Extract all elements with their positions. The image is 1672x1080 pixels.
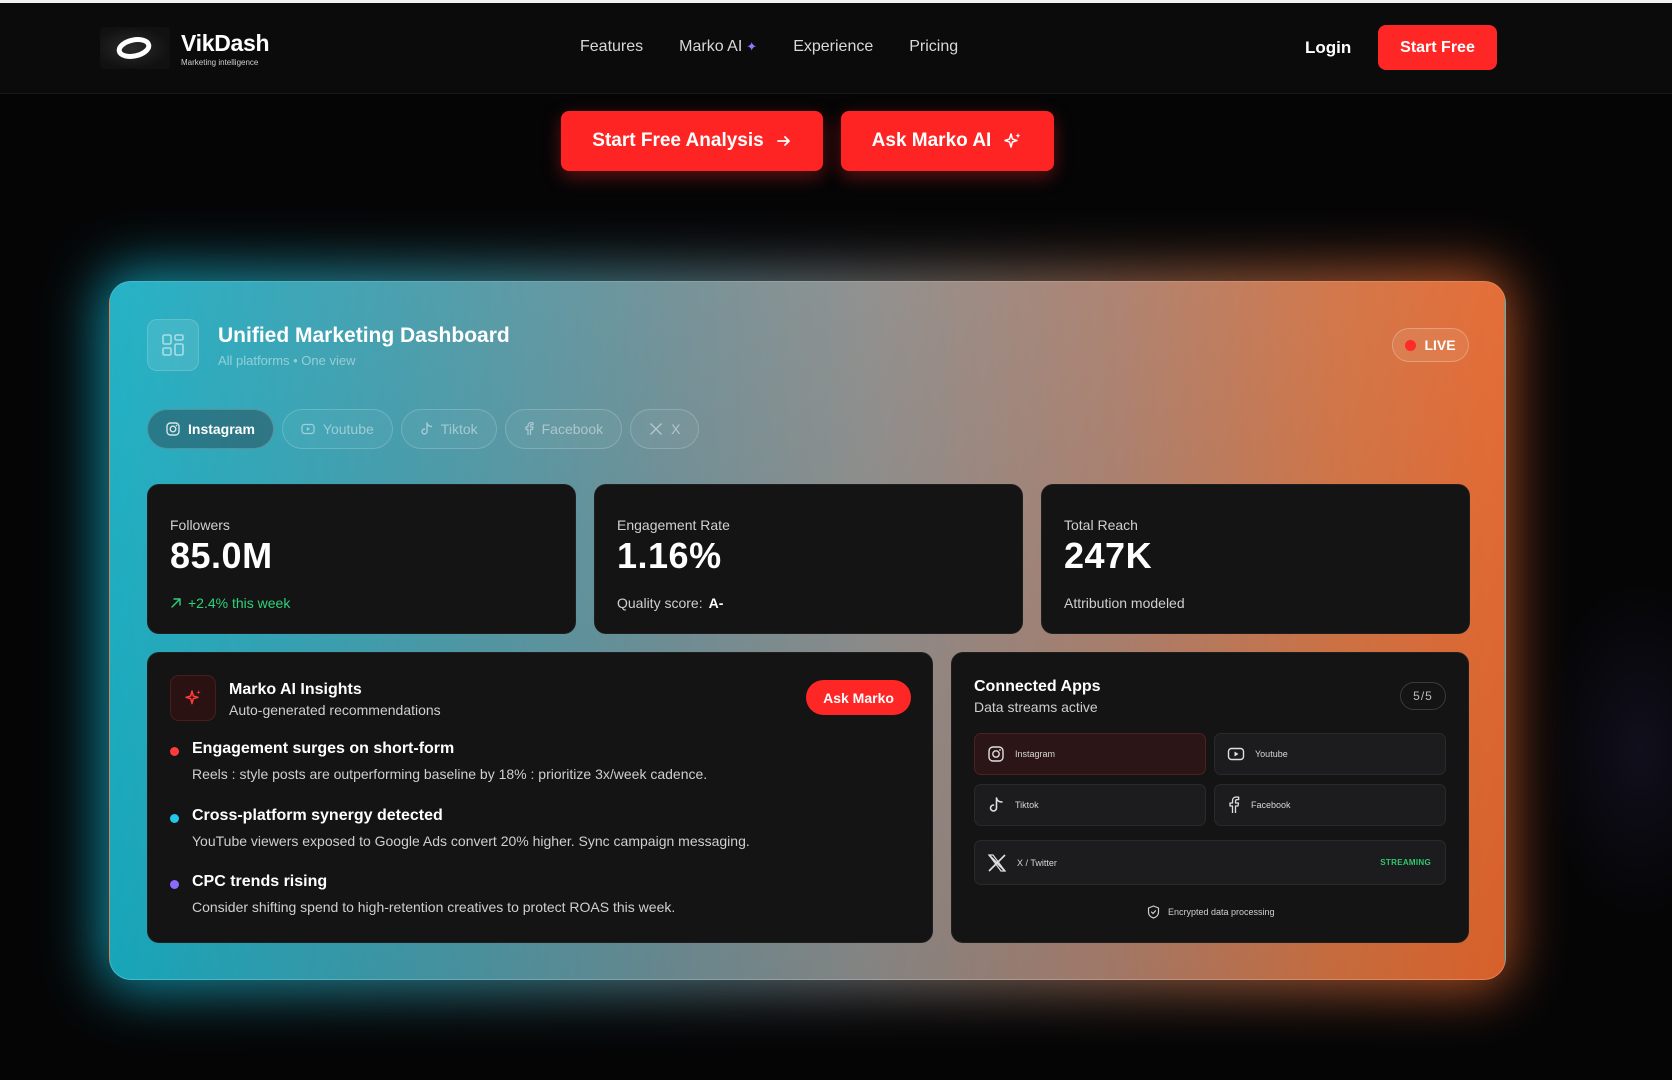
app-tile-label: Facebook [1251,800,1291,810]
insight-body: YouTube viewers exposed to Google Ads co… [192,833,750,849]
tiktok-icon [421,422,432,435]
ask-marko-ai-button[interactable]: Ask Marko AI [841,111,1054,171]
brand-name: VikDash [181,30,270,56]
live-badge: LIVE [1392,328,1469,362]
start-free-analysis-label: Start Free Analysis [592,130,764,151]
nav-links: Features Marko AI ✦ Experience Pricing [580,38,994,56]
stat-value: 85.0M [170,535,273,576]
tab-tiktok[interactable]: Tiktok [400,409,497,449]
tab-facebook[interactable]: Facebook [504,409,623,449]
live-dot-icon [1405,339,1417,351]
insights-title: Marko AI Insights [229,681,362,698]
tab-x-label: X [671,421,681,437]
connected-apps-card: Connected Apps Data streams active 5/5 I… [951,652,1469,943]
insight-dot-icon [170,880,179,889]
dashboard-panel: Unified Marketing Dashboard All platform… [109,281,1506,980]
app-tile-x-twitter[interactable]: X / Twitter STREAMING [974,840,1446,885]
sparkles-icon [1004,133,1021,148]
youtube-icon [1227,747,1245,761]
tab-tiktok-label: Tiktok [440,421,478,437]
tiktok-icon [989,797,1003,812]
apps-subtitle: Data streams active [974,699,1098,715]
background-glow [1540,580,1672,920]
stat-label: Followers [170,517,230,533]
facebook-icon [525,422,534,435]
youtube-icon [301,423,315,435]
live-label: LIVE [1424,337,1456,353]
brand-tagline: Marketing intelligence [181,58,259,67]
stat-trend-text: +2.4% this week [188,595,291,611]
apps-title: Connected Apps [974,678,1101,695]
nav-link-marko-ai[interactable]: Marko AI ✦ [679,38,757,56]
stat-card-followers: Followers 85.0M +2.4% this week [147,484,576,634]
stat-card-reach: Total Reach 247K Attribution modeled [1041,484,1470,634]
tab-instagram[interactable]: Instagram [147,409,274,449]
trend-up-icon [171,598,181,608]
insight-title: CPC trends rising [192,873,328,890]
app-tile-tiktok[interactable]: Tiktok [974,784,1206,826]
ai-insights-card: Marko AI Insights Auto-generated recomme… [147,652,933,943]
logo[interactable] [100,27,170,69]
app-tile-label: X / Twitter [1017,857,1057,868]
insights-subtitle: Auto-generated recommendations [229,702,441,718]
stat-label: Engagement Rate [617,517,730,533]
stat-label: Total Reach [1064,517,1138,533]
quality-value: A- [708,595,724,611]
app-tile-instagram[interactable]: Instagram [974,733,1206,775]
instagram-icon [988,746,1004,762]
quality-label: Quality score: [617,595,703,611]
platform-tabs: Instagram Youtube Tiktok Facebook X [147,409,700,449]
start-free-analysis-button[interactable]: Start Free Analysis [561,111,823,171]
sparkle-icon [170,675,216,721]
tab-youtube-label: Youtube [322,421,374,437]
nav-link-marko-ai-label: Marko AI [679,38,743,55]
app-tile-label: Tiktok [1015,800,1039,810]
grid-icon [147,319,199,371]
stat-value: 1.16% [617,535,722,576]
stat-value: 247K [1064,535,1153,576]
insight-title: Cross-platform synergy detected [192,807,443,824]
tab-x[interactable]: X [630,409,700,449]
insight-dot-icon [170,814,179,823]
start-free-button[interactable]: Start Free [1378,25,1497,70]
x-icon [650,423,663,435]
app-tile-label: Instagram [1015,749,1056,759]
app-tile-youtube[interactable]: Youtube [1214,733,1446,775]
stat-trend: +2.4% this week [170,595,290,611]
app-tile-facebook[interactable]: Facebook [1214,784,1446,826]
login-link[interactable]: Login [1305,38,1351,58]
nav-link-experience[interactable]: Experience [793,38,873,56]
stat-card-engagement: Engagement Rate 1.16% Quality score: A- [594,484,1023,634]
app-tile-label: Youtube [1255,749,1288,759]
ask-marko-ai-label: Ask Marko AI [871,130,992,151]
apps-count-badge: 5/5 [1400,682,1446,710]
insight-title: Engagement surges on short-form [192,740,455,757]
top-nav: VikDash Marketing intelligence Features … [0,3,1672,94]
tab-youtube[interactable]: Youtube [281,409,393,449]
shield-icon [1147,905,1160,919]
encrypted-note: Encrypted data processing [1147,905,1275,919]
instagram-icon [166,422,180,436]
facebook-icon [1229,796,1240,813]
ask-marko-button[interactable]: Ask Marko [806,680,911,715]
tab-instagram-label: Instagram [188,421,255,437]
brand: VikDash Marketing intelligence [181,30,270,67]
sparkle-icon: ✦ [746,39,758,54]
tab-facebook-label: Facebook [541,421,604,437]
nav-link-features[interactable]: Features [580,38,643,56]
insight-body: Consider shifting spend to high-retentio… [192,899,676,915]
stat-quality: Quality score: A- [617,595,723,611]
dashboard-title: Unified Marketing Dashboard [218,324,510,347]
x-icon [987,853,1007,872]
encrypted-label: Encrypted data processing [1168,907,1275,917]
logo-icon [116,37,152,59]
nav-link-pricing[interactable]: Pricing [909,38,958,56]
streaming-status: STREAMING [1380,858,1431,867]
stat-foot: Attribution modeled [1064,595,1185,611]
dashboard-subtitle: All platforms • One view [218,353,356,368]
insight-dot-icon [170,747,179,756]
insight-body: Reels : style posts are outperforming ba… [192,766,708,782]
arrow-right-icon [776,136,790,146]
